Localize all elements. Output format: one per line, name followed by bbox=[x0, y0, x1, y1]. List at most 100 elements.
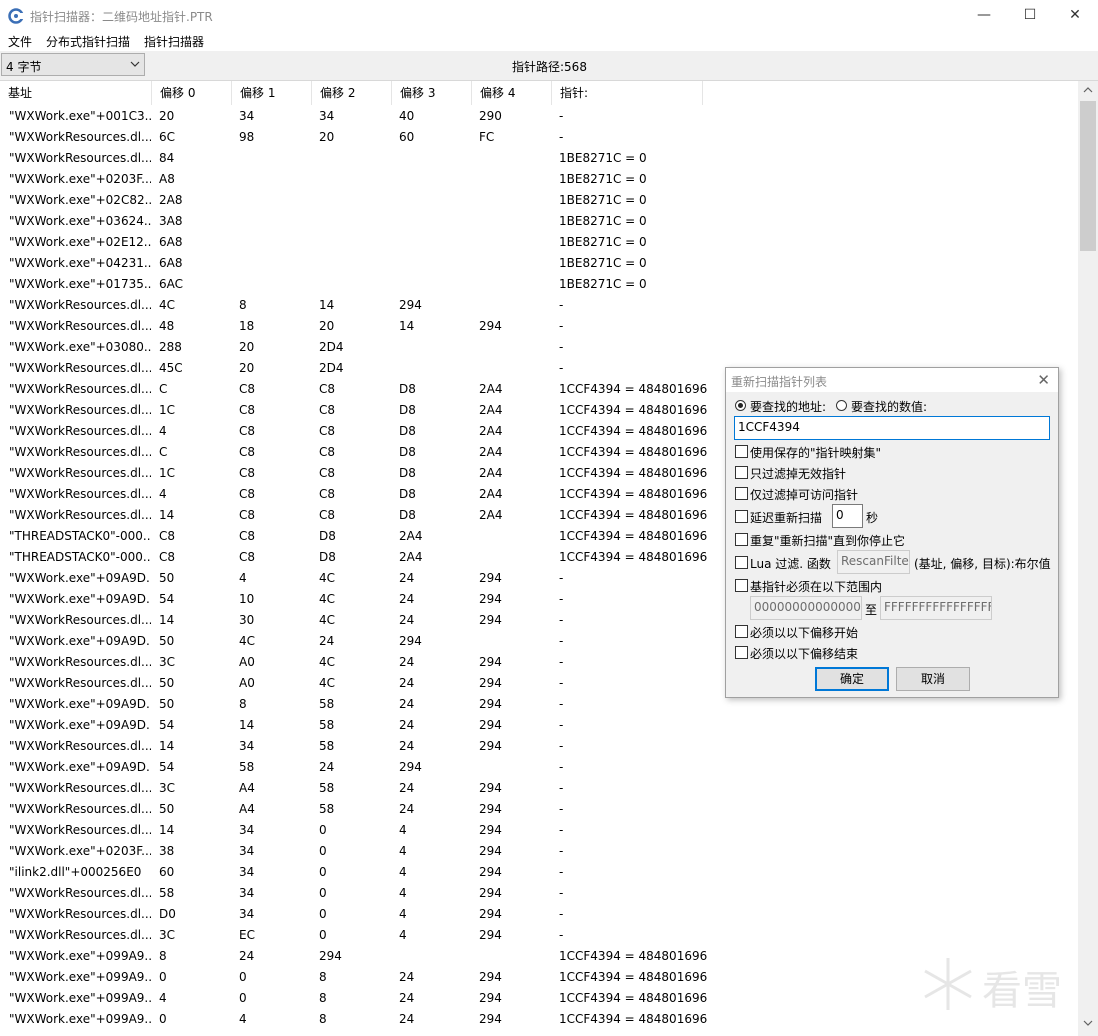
table-cell: 2A4 bbox=[479, 403, 503, 417]
table-cell: - bbox=[559, 886, 564, 900]
lua-function-input[interactable]: RescanFilter bbox=[837, 550, 910, 574]
scrollbar-thumb[interactable] bbox=[1080, 101, 1096, 251]
table-cell: 6A8 bbox=[159, 235, 183, 249]
table-cell: "WXWorkResources.dl... bbox=[9, 907, 151, 921]
address-input[interactable]: 1CCF4394 bbox=[734, 416, 1050, 440]
table-row[interactable]: "WXWork.exe"+02C82... 2A8 1BE8271C = 0 bbox=[0, 190, 1078, 211]
table-cell: C8 bbox=[239, 529, 256, 543]
table-cell: 58 bbox=[159, 886, 175, 900]
table-row[interactable]: "WXWork.exe"+03080... 288 20 2D4 - bbox=[0, 337, 1078, 358]
menu-file[interactable]: 文件 bbox=[8, 33, 32, 50]
table-row[interactable]: "WXWorkResources.dl... 4C 8 14 294 - bbox=[0, 295, 1078, 316]
checkbox-filter-invalid[interactable] bbox=[735, 466, 748, 479]
table-cell: 1BE8271C = 0 bbox=[559, 193, 647, 207]
ok-button[interactable]: 确定 bbox=[815, 667, 889, 691]
table-row[interactable]: "ilink2.dll"+000256E0 60 34 0 4 294 - bbox=[0, 862, 1078, 883]
close-button[interactable]: ✕ bbox=[1052, 0, 1098, 31]
maximize-button[interactable]: ☐ bbox=[1007, 0, 1053, 31]
table-row[interactable]: "WXWorkResources.dl... 50 A4 58 24 294 - bbox=[0, 799, 1078, 820]
table-row[interactable]: "WXWork.exe"+03624... 3A8 1BE8271C = 0 bbox=[0, 211, 1078, 232]
table-row[interactable]: "WXWork.exe"+099A9... 4 0 8 24 294 1CCF4394 = … bbox=[0, 988, 1078, 1009]
table-cell: 4C bbox=[319, 592, 336, 606]
dialog-close-icon[interactable]: ✕ bbox=[1037, 371, 1050, 389]
table-cell: C8 bbox=[239, 403, 256, 417]
checkbox-saved-pointer-map[interactable] bbox=[735, 445, 748, 458]
range-to-input[interactable]: FFFFFFFFFFFFFFFF bbox=[880, 596, 992, 620]
table-cell: 4 bbox=[159, 487, 167, 501]
table-row[interactable]: "WXWork.exe"+099A9... 8 24 294 1CCF4394 = 48… bbox=[0, 946, 1078, 967]
table-cell: 24 bbox=[399, 970, 415, 984]
minimize-button[interactable]: — bbox=[961, 0, 1007, 31]
table-row[interactable]: "WXWorkResources.dl... D0 34 0 4 294 - bbox=[0, 904, 1078, 925]
table-row[interactable]: "WXWork.exe"+001C3... 20 34 34 40 290 - bbox=[0, 106, 1078, 127]
table-cell: 1CCF4394 = 484801696 bbox=[559, 550, 708, 564]
table-cell: "WXWork.exe"+02E12... bbox=[9, 235, 151, 249]
menu-pointer-scanner[interactable]: 指针扫描器 bbox=[144, 33, 204, 50]
checkbox-start-offsets[interactable] bbox=[735, 625, 748, 638]
table-row[interactable]: "WXWork.exe"+099A9... 0 0 8 24 294 1CCF4394 = … bbox=[0, 967, 1078, 988]
table-cell: C8 bbox=[239, 466, 256, 480]
value-size-select[interactable]: 4 字节 bbox=[1, 53, 145, 76]
base-range-label: 基指针必须在以下范围内 bbox=[750, 580, 883, 594]
table-row[interactable]: "WXWorkResources.dl... 58 34 0 4 294 - bbox=[0, 883, 1078, 904]
table-cell: 0 bbox=[319, 844, 327, 858]
table-cell: 34 bbox=[239, 109, 255, 123]
table-row[interactable]: "WXWorkResources.dl... 3C EC 0 4 294 - bbox=[0, 925, 1078, 946]
radio-value[interactable] bbox=[836, 400, 847, 411]
table-cell: 24 bbox=[399, 676, 415, 690]
table-cell: 4 bbox=[399, 865, 407, 879]
menu-distributed-scan[interactable]: 分布式指针扫描 bbox=[46, 33, 130, 50]
table-cell: "WXWorkResources.dl... bbox=[9, 928, 151, 942]
table-cell: 24 bbox=[399, 697, 415, 711]
table-cell: "WXWork.exe"+04231... bbox=[9, 256, 151, 270]
scroll-up-arrow-icon[interactable] bbox=[1083, 87, 1093, 93]
table-row[interactable]: "WXWorkResources.dl... 14 34 58 24 294 - bbox=[0, 736, 1078, 757]
window-title: 指针扫描器：二维码地址指针.PTR bbox=[30, 10, 213, 24]
table-cell: 4C bbox=[319, 655, 336, 669]
column-header-offset-2[interactable]: 偏移 2 bbox=[312, 81, 392, 105]
column-header-offset-4[interactable]: 偏移 4 bbox=[472, 81, 552, 105]
table-row[interactable]: "WXWork.exe"+0203F... 38 34 0 4 294 - bbox=[0, 841, 1078, 862]
range-from-input[interactable]: 0000000000000000 bbox=[750, 596, 862, 620]
vertical-scrollbar[interactable] bbox=[1078, 81, 1098, 1036]
table-row[interactable]: "WXWork.exe"+09A9D... 54 14 58 24 294 - bbox=[0, 715, 1078, 736]
scroll-down-arrow-icon[interactable] bbox=[1083, 1020, 1093, 1026]
table-row[interactable]: "WXWork.exe"+09A9D... 54 58 24 294 - bbox=[0, 757, 1078, 778]
table-row[interactable]: "WXWorkResources.dl... 3C A4 58 24 294 - bbox=[0, 778, 1078, 799]
checkbox-base-range[interactable] bbox=[735, 579, 748, 592]
table-cell: 2D4 bbox=[319, 340, 344, 354]
table-cell: 4 bbox=[159, 424, 167, 438]
column-header-offset-3[interactable]: 偏移 3 bbox=[392, 81, 472, 105]
table-row[interactable]: "WXWorkResources.dl... 14 34 0 4 294 - bbox=[0, 820, 1078, 841]
checkbox-repeat-rescan[interactable] bbox=[735, 533, 748, 546]
table-cell: 34 bbox=[239, 886, 255, 900]
table-row[interactable]: "WXWork.exe"+02E12... 6A8 1BE8271C = 0 bbox=[0, 232, 1078, 253]
checkbox-end-offsets[interactable] bbox=[735, 646, 748, 659]
column-header-pointer[interactable]: 指针: bbox=[552, 81, 703, 105]
table-cell: 2A4 bbox=[479, 466, 503, 480]
table-row[interactable]: "WXWork.exe"+099A9... 0 4 8 24 294 1CCF4394 = … bbox=[0, 1009, 1078, 1030]
table-row[interactable]: "WXWork.exe"+01735... 6AC 1BE8271C = 0 bbox=[0, 274, 1078, 295]
table-row[interactable]: "WXWorkResources.dl... 84 1BE8271C = 0 bbox=[0, 148, 1078, 169]
cancel-button[interactable]: 取消 bbox=[896, 667, 970, 691]
column-header-base-address[interactable]: 基址 bbox=[0, 81, 152, 105]
checkbox-lua-filter[interactable] bbox=[735, 556, 748, 569]
table-cell: "WXWork.exe"+03080... bbox=[9, 340, 151, 354]
table-cell: 294 bbox=[479, 1012, 502, 1026]
table-cell: 294 bbox=[479, 613, 502, 627]
table-row[interactable]: "WXWork.exe"+0203F... A8 1BE8271C = 0 bbox=[0, 169, 1078, 190]
table-cell: 294 bbox=[479, 781, 502, 795]
column-header-offset-0[interactable]: 偏移 0 bbox=[152, 81, 232, 105]
table-row[interactable]: "WXWork.exe"+04231... 6A8 1BE8271C = 0 bbox=[0, 253, 1078, 274]
table-cell: 0 bbox=[239, 970, 247, 984]
watermark-text: 看雪 bbox=[982, 968, 1062, 1014]
table-row[interactable]: "WXWorkResources.dl... 48 18 20 14 294 - bbox=[0, 316, 1078, 337]
column-header-offset-1[interactable]: 偏移 1 bbox=[232, 81, 312, 105]
radio-address[interactable] bbox=[735, 400, 746, 411]
checkbox-filter-accessible[interactable] bbox=[735, 487, 748, 500]
table-cell: 2A4 bbox=[479, 382, 503, 396]
table-cell: 1BE8271C = 0 bbox=[559, 277, 647, 291]
table-row[interactable]: "WXWorkResources.dl... 6C 98 20 60 FC - bbox=[0, 127, 1078, 148]
checkbox-delay-rescan[interactable] bbox=[735, 510, 748, 523]
delay-seconds-input[interactable]: 0 bbox=[832, 504, 863, 528]
